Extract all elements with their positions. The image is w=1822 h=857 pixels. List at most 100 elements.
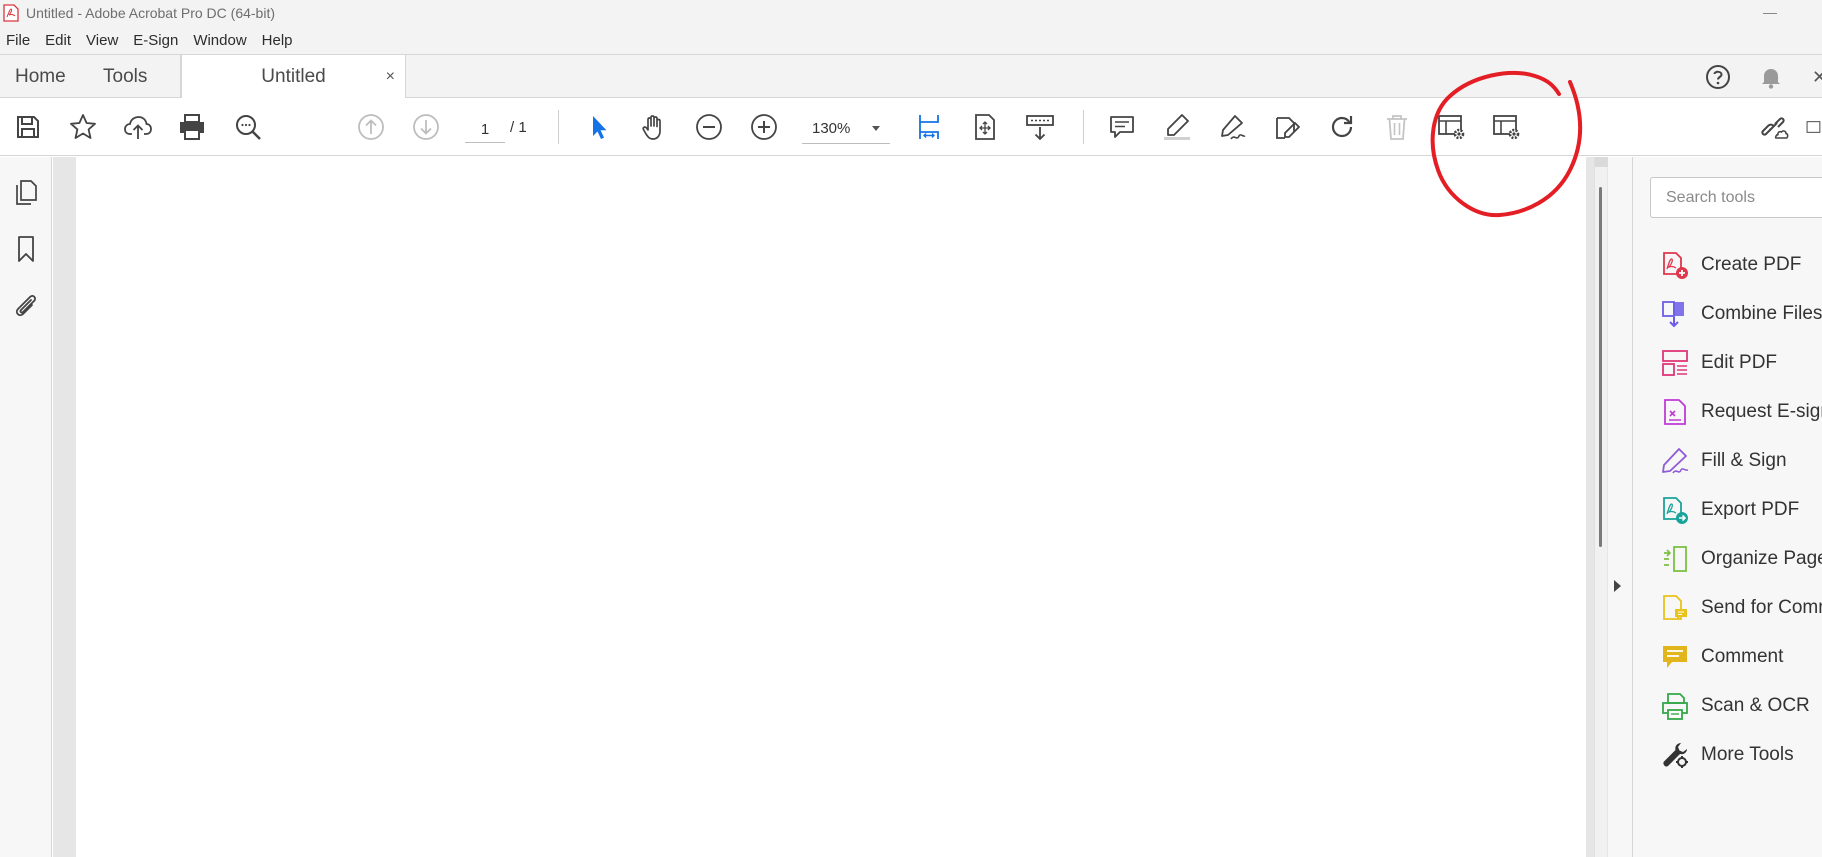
add-comment-button[interactable]	[1105, 110, 1139, 144]
organize-pages-icon	[1659, 543, 1691, 575]
document-viewport	[53, 157, 1612, 857]
draw-freeform-button[interactable]	[1215, 110, 1249, 144]
edit-document-icon	[1276, 117, 1300, 139]
share-link-button[interactable]	[1757, 110, 1791, 144]
tool-label: Create PDF	[1701, 254, 1802, 275]
fit-page-icon	[975, 114, 995, 140]
save-button[interactable]	[11, 110, 45, 144]
tab-document[interactable]: Untitled ×	[181, 55, 406, 99]
keyboard-scroll-icon	[1026, 115, 1054, 141]
right-pane-toggle-strip	[1608, 157, 1632, 857]
tool-label: Fill & Sign	[1701, 450, 1787, 471]
edit-pdf-icon	[1659, 347, 1691, 379]
menu-view[interactable]: View	[86, 32, 118, 49]
tool-combine-files[interactable]: Combine Files	[1659, 294, 1822, 334]
acrobat-logo-icon	[3, 4, 19, 22]
pdf-page[interactable]	[76, 157, 1586, 857]
toolbar-divider	[1083, 110, 1084, 144]
custom-tool-settings-button-2[interactable]	[1490, 110, 1524, 144]
notifications-bell-icon[interactable]	[1757, 63, 1785, 91]
menu-edit[interactable]: Edit	[45, 32, 71, 49]
highlight-text-button[interactable]	[1160, 110, 1194, 144]
combine-files-icon	[1659, 298, 1691, 330]
left-navigation-pane	[0, 157, 52, 857]
scrollbar-thumb[interactable]	[1599, 187, 1602, 547]
menu-window[interactable]: Window	[193, 32, 246, 49]
tool-fill-sign[interactable]: Fill & Sign	[1659, 441, 1787, 481]
attachments-paperclip-icon[interactable]	[11, 291, 41, 321]
help-icon[interactable]	[1704, 63, 1732, 91]
menu-esign[interactable]: E-Sign	[133, 32, 178, 49]
page-total: / 1	[510, 119, 527, 136]
send-for-comments-icon	[1659, 592, 1691, 624]
more-toolbar-partial[interactable]	[1806, 110, 1822, 144]
comment-bubble-icon	[1659, 641, 1691, 673]
next-page-button[interactable]	[409, 110, 443, 144]
find-text-button[interactable]	[231, 110, 265, 144]
tool-label: Send for Comments	[1701, 597, 1822, 618]
fit-width-button[interactable]	[912, 110, 946, 144]
page-thumbnails-icon[interactable]	[11, 177, 41, 207]
minimize-button[interactable]	[1757, 4, 1787, 22]
select-tool-button[interactable]	[582, 110, 616, 144]
title-bar: Untitled - Adobe Acrobat Pro DC (64-bit)	[0, 0, 1822, 26]
menu-help[interactable]: Help	[262, 32, 293, 49]
close-tab-icon[interactable]: ×	[386, 68, 395, 86]
highlighter-icon	[1164, 114, 1190, 140]
tool-label: Comment	[1701, 646, 1784, 667]
expand-right-pane-icon[interactable]	[1614, 580, 1621, 592]
tool-request-esignatures[interactable]: Request E-signatures	[1659, 392, 1822, 432]
tool-label: Export PDF	[1701, 499, 1800, 520]
toolbar-divider	[558, 110, 559, 144]
vertical-scrollbar[interactable]	[1594, 157, 1608, 857]
minus-circle-icon	[696, 114, 722, 140]
zoom-out-button[interactable]	[692, 110, 726, 144]
tool-export-pdf[interactable]: Export PDF	[1659, 490, 1799, 530]
scroll-up-arrow[interactable]	[1595, 157, 1608, 167]
star-icon	[70, 114, 96, 139]
previous-page-button[interactable]	[354, 110, 388, 144]
scrolling-mode-button[interactable]	[1023, 110, 1057, 144]
tab-document-label: Untitled	[261, 66, 326, 87]
bookmark-star-button[interactable]	[66, 110, 100, 144]
upload-cloud-button[interactable]	[121, 110, 155, 144]
print-button[interactable]	[175, 110, 209, 144]
page-number-input[interactable]	[465, 117, 505, 143]
tool-more-tools[interactable]: More Tools	[1659, 735, 1794, 775]
create-pdf-icon	[1659, 249, 1691, 281]
printer-icon	[180, 114, 204, 140]
wrench-icon	[1659, 739, 1691, 771]
close-window-partial-icon[interactable]: ✕	[1812, 67, 1822, 88]
plus-circle-icon	[751, 114, 777, 140]
zoom-level-dropdown[interactable]: 130%	[802, 114, 890, 144]
edit-text-button[interactable]	[1270, 110, 1304, 144]
tool-send-for-comments[interactable]: Send for Comments	[1659, 588, 1822, 628]
tool-label: More Tools	[1701, 744, 1794, 765]
bookmarks-icon[interactable]	[11, 234, 41, 264]
tab-tools[interactable]: Tools	[103, 55, 147, 98]
tool-edit-pdf[interactable]: Edit PDF	[1659, 343, 1777, 383]
delete-button[interactable]	[1380, 110, 1414, 144]
rotate-button[interactable]	[1325, 110, 1359, 144]
hand-tool-button[interactable]	[637, 110, 671, 144]
fill-sign-pen-icon	[1659, 445, 1691, 477]
window-gear-icon	[1438, 115, 1465, 140]
custom-tool-settings-button[interactable]	[1435, 110, 1469, 144]
tool-label: Combine Files	[1701, 303, 1822, 324]
tool-create-pdf[interactable]: Create PDF	[1659, 245, 1801, 285]
trash-icon	[1387, 115, 1407, 140]
tab-home[interactable]: Home	[15, 55, 66, 98]
tools-pane: Create PDF Combine Files Edit PDF Reques…	[1632, 157, 1822, 857]
pen-draw-icon	[1221, 115, 1246, 140]
search-tools-input[interactable]	[1650, 177, 1822, 218]
cursor-arrow-icon	[593, 116, 607, 139]
tool-comment[interactable]: Comment	[1659, 637, 1783, 677]
tool-label: Scan & OCR	[1701, 695, 1810, 716]
save-icon	[17, 116, 39, 138]
zoom-in-button[interactable]	[747, 110, 781, 144]
tool-scan-ocr[interactable]: Scan & OCR	[1659, 686, 1810, 726]
fit-page-button[interactable]	[968, 110, 1002, 144]
menu-file[interactable]: File	[6, 32, 30, 49]
tool-organize-pages[interactable]: Organize Pages	[1659, 539, 1822, 579]
scanner-icon	[1659, 690, 1691, 722]
